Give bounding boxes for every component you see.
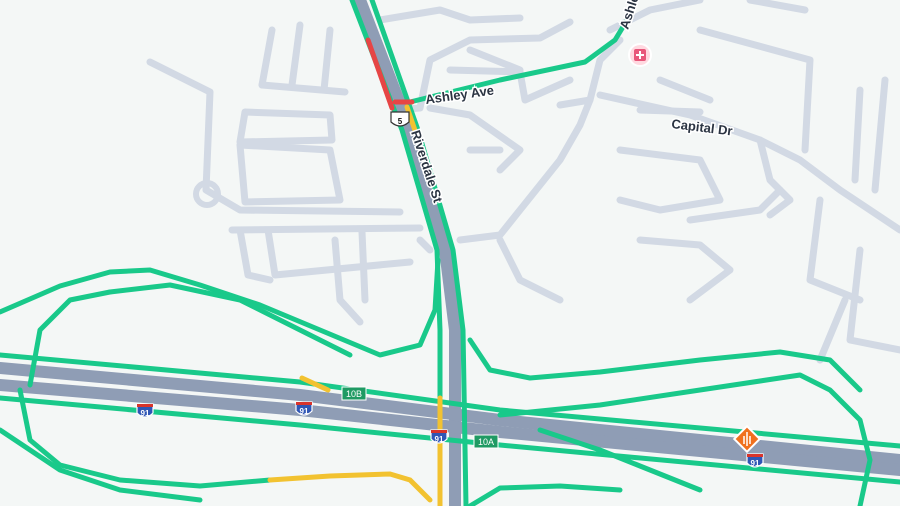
exit-number: 10B [346, 389, 362, 399]
interstate-number: 91 [435, 435, 444, 444]
interstate-shield: 91 [136, 403, 154, 418]
interstate-number: 91 [141, 409, 150, 418]
us-route-number: 5 [398, 117, 403, 126]
map-canvas[interactable]: Ashley Ave Ashle Riverdale St Capital Dr… [0, 0, 900, 506]
street-label-capital-dr: Capital Dr [671, 116, 734, 138]
exit-sign-10b: 10B [341, 386, 367, 401]
street-label-ashley-ave: Ashley Ave [424, 82, 495, 106]
highway-casing [0, 0, 900, 506]
exit-number: 10A [478, 437, 494, 447]
exit-sign-10a: 10A [473, 434, 499, 449]
interstate-number: 91 [751, 459, 760, 468]
hospital-icon[interactable] [628, 43, 652, 67]
map-layer: Ashley Ave Ashle Riverdale St Capital Dr… [0, 0, 900, 506]
interstate-number: 91 [300, 407, 309, 416]
us-route-shield: 5 [390, 111, 410, 127]
